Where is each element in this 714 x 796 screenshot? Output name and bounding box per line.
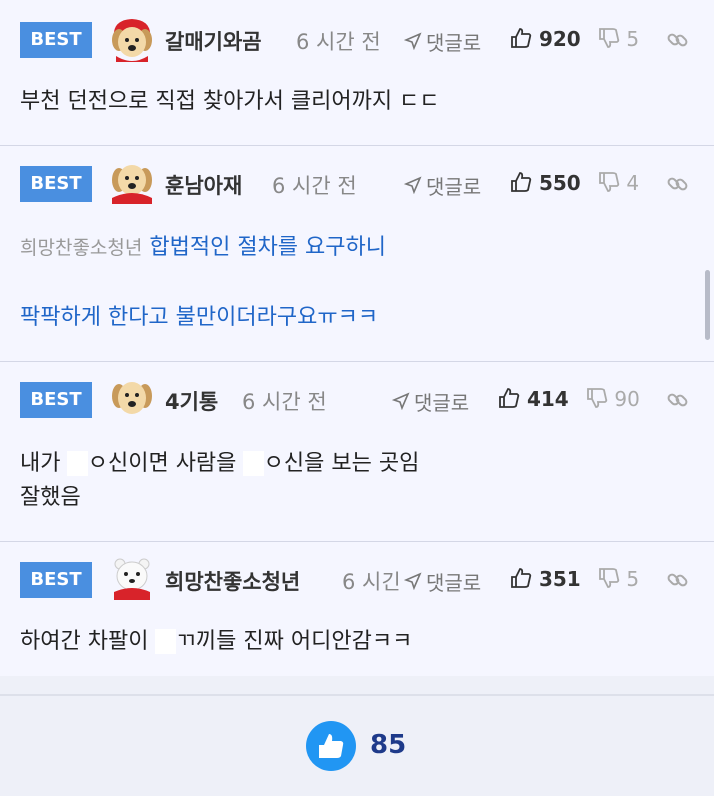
comment-item: BEST 희망찬좋소청년 6 시긴 댓글로 351 5 하여간 차팔이 ㅅㄲ끼들… — [0, 542, 714, 676]
upvote-button[interactable]: 550 — [510, 171, 581, 195]
best-badge: BEST — [20, 166, 92, 202]
send-arrow-icon — [404, 176, 422, 194]
downvote-button[interactable]: 90 — [586, 387, 640, 411]
best-badge: BEST — [20, 562, 92, 598]
censored-char: ㅂ — [243, 451, 264, 476]
like-count: 85 — [370, 730, 407, 760]
comment-meta: BEST 훈남아재 6 시간 전 댓글로 550 4 — [0, 146, 714, 206]
link-icon[interactable] — [666, 388, 690, 412]
downvote-button[interactable]: 5 — [598, 567, 639, 591]
downvote-count: 4 — [626, 171, 640, 195]
post-like-bar: 85 — [0, 676, 714, 796]
comment-text: 내가 ㅂㅇ신이면 사람을 ㅂㅇ신을 보는 곳임 — [20, 446, 419, 482]
comment-text: 부천 던전으로 직접 찾아가서 클리어까지 ㄷㄷ — [20, 89, 440, 114]
comment-author[interactable]: 희망찬좋소청년 — [165, 566, 300, 596]
reply-label: 댓글로 — [426, 571, 482, 595]
thumbs-up-icon — [510, 171, 532, 193]
comment-meta: BEST 희망찬좋소청년 6 시긴 댓글로 351 5 — [0, 542, 714, 602]
best-badge: BEST — [20, 22, 92, 58]
comment-text: 희망찬좋소청년 합법적인 절차를 요구하니 — [20, 230, 386, 266]
thumbs-up-icon — [498, 387, 520, 409]
reply-button[interactable]: 댓글로 — [404, 567, 481, 596]
comment-text: 하여간 차팔이 ㅅㄲ끼들 진짜 어디안감ㅋㅋ — [20, 624, 412, 660]
avatar[interactable] — [106, 554, 158, 600]
mention-tag[interactable]: 희망찬좋소청년 — [20, 237, 142, 259]
comment-meta: BEST 4기통 6 시간 전 댓글로 414 90 — [0, 362, 714, 422]
comment-time: 6 시간 전 — [272, 174, 357, 198]
reply-label: 댓글로 — [426, 175, 482, 199]
comment-list: BEST 갈매기와곰 6 시간 전 댓글로 920 5 부천 던전으로 직접 찾… — [0, 0, 714, 676]
upvote-count: 550 — [538, 171, 581, 195]
comment-time: 6 시간 전 — [296, 30, 381, 54]
upvote-button[interactable]: 414 — [498, 387, 569, 411]
upvote-count: 414 — [526, 387, 569, 411]
thumbs-up-icon — [510, 27, 532, 49]
avatar[interactable] — [106, 158, 158, 204]
comment-author[interactable]: 4기통 — [165, 386, 218, 416]
best-badge: BEST — [20, 382, 92, 418]
text-segment: 내가 — [20, 451, 68, 476]
downvote-button[interactable]: 5 — [598, 27, 639, 51]
reply-label: 댓글로 — [414, 391, 470, 415]
reply-button[interactable]: 댓글로 — [404, 27, 481, 56]
comment-author[interactable]: 갈매기와곰 — [165, 26, 262, 56]
link-icon[interactable] — [666, 568, 690, 592]
censored-char: ㅂ — [67, 451, 88, 476]
thumbs-up-icon — [510, 567, 532, 589]
scrollbar-thumb[interactable] — [705, 270, 710, 340]
text-segment: ㄲ끼들 진짜 어디안감ㅋㅋ — [175, 629, 413, 654]
upvote-button[interactable]: 351 — [510, 567, 581, 591]
comment-line: 팍팍하게 한다고 불만이더라구요ㅠㅋㅋ — [20, 305, 379, 330]
reply-button[interactable]: 댓글로 — [404, 171, 481, 200]
comment-line: 잘했음 — [20, 485, 81, 510]
upvote-count: 351 — [538, 567, 581, 591]
divider — [0, 694, 714, 696]
reply-label: 댓글로 — [426, 31, 482, 55]
downvote-count: 5 — [626, 27, 640, 51]
downvote-button[interactable]: 4 — [598, 171, 639, 195]
avatar[interactable] — [106, 374, 158, 420]
avatar[interactable] — [106, 16, 158, 62]
like-button[interactable] — [306, 721, 356, 771]
downvote-count: 5 — [626, 567, 640, 591]
send-arrow-icon — [392, 392, 410, 410]
comment-author[interactable]: 훈남아재 — [165, 170, 242, 200]
text-segment: ㅇ신을 보는 곳임 — [263, 451, 420, 476]
upvote-count: 920 — [538, 27, 581, 51]
comment-item: BEST 갈매기와곰 6 시간 전 댓글로 920 5 부천 던전으로 직접 찾… — [0, 0, 714, 146]
comment-time: 6 시간 전 — [242, 390, 327, 414]
comment-line: 합법적인 절차를 요구하니 — [149, 235, 387, 260]
comment-time: 6 시긴 — [342, 570, 401, 594]
send-arrow-icon — [404, 572, 422, 590]
thumbs-down-icon — [598, 171, 620, 193]
thumbs-down-icon — [598, 27, 620, 49]
comment-item: BEST 4기통 6 시간 전 댓글로 414 90 내가 ㅂㅇ신이면 사람을 … — [0, 362, 714, 542]
censored-char: ㅅ — [155, 629, 176, 654]
reply-button[interactable]: 댓글로 — [392, 387, 469, 416]
thumbs-down-icon — [598, 567, 620, 589]
send-arrow-icon — [404, 32, 422, 50]
comment-meta: BEST 갈매기와곰 6 시간 전 댓글로 920 5 — [0, 0, 714, 62]
comment-item: BEST 훈남아재 6 시간 전 댓글로 550 4 희망찬좋소청년 합법적인 … — [0, 146, 714, 362]
downvote-count: 90 — [614, 387, 640, 411]
link-icon[interactable] — [666, 172, 690, 196]
text-segment: 하여간 차팔이 — [20, 629, 156, 654]
link-icon[interactable] — [666, 28, 690, 52]
thumbs-down-icon — [586, 387, 608, 409]
thumbs-up-icon — [319, 734, 344, 758]
upvote-button[interactable]: 920 — [510, 27, 581, 51]
text-segment: ㅇ신이면 사람을 — [87, 451, 244, 476]
